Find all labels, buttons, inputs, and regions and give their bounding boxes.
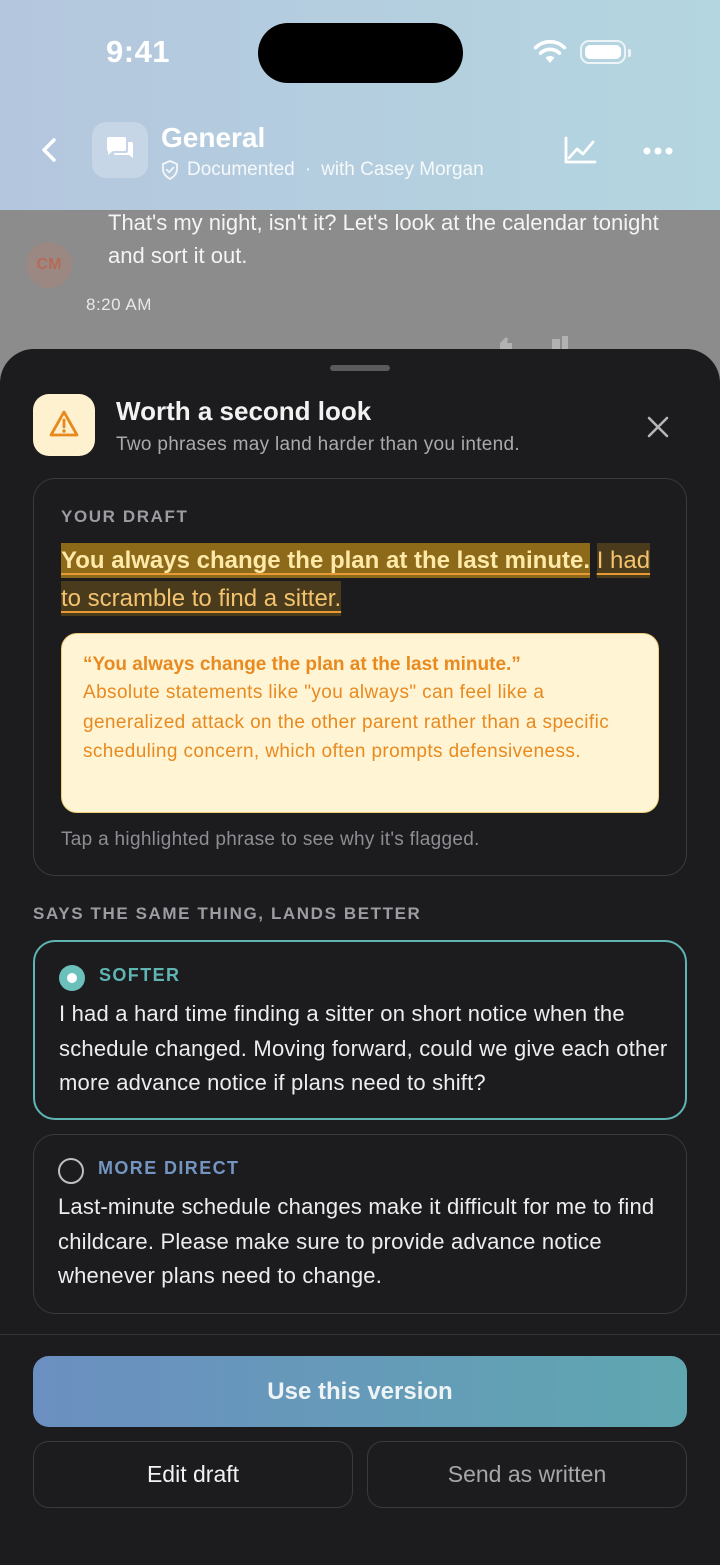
- warning-triangle-icon: [49, 410, 79, 437]
- dynamic-island: [258, 23, 463, 83]
- close-icon: [647, 416, 669, 438]
- message-reaction-icons: [500, 336, 568, 349]
- avatar: CM: [26, 242, 72, 288]
- back-button[interactable]: [30, 130, 70, 170]
- edit-draft-button[interactable]: Edit draft: [33, 1441, 353, 1508]
- option-more-direct[interactable]: MORE DIRECT Last-minute schedule changes…: [33, 1134, 687, 1314]
- flagged-phrase-1[interactable]: You always change the plan at the last m…: [61, 543, 591, 578]
- option-more-direct-text: Last-minute schedule changes make it dif…: [58, 1194, 655, 1288]
- flag-explanation-text: Absolute statements like "you always" ca…: [83, 682, 610, 762]
- sheet-title: Worth a second look: [116, 396, 372, 426]
- option-softer-text: I had a hard time finding a sitter on sh…: [59, 1001, 668, 1095]
- subtitle-separator: ·: [304, 159, 312, 180]
- option-softer-tag: SOFTER: [99, 965, 181, 985]
- draft-text: You always change the plan at the last m…: [61, 542, 661, 618]
- option-more-direct-radio[interactable]: [58, 1158, 84, 1184]
- insights-button[interactable]: [560, 134, 600, 168]
- use-this-version-button[interactable]: Use this version: [33, 1356, 687, 1427]
- tone-check-sheet: Worth a second look Two phrases may land…: [0, 349, 720, 1565]
- more-dots-icon: [643, 147, 673, 155]
- shield-check-icon: [162, 160, 178, 180]
- battery-icon: [580, 40, 631, 64]
- back-chevron-icon: [42, 138, 56, 162]
- flag-explanation: “You always change the plan at the last …: [61, 633, 659, 813]
- sheet-subtitle: Two phrases may land harder than you int…: [116, 434, 520, 455]
- participant-label: with Casey Morgan: [321, 159, 484, 180]
- chat-header: 9:41 General Documented · with Casey Mor…: [0, 0, 720, 210]
- chat-subtitle: Documented · with Casey Morgan: [161, 159, 484, 181]
- wifi-icon: [533, 39, 567, 63]
- message-timestamp: 8:20 AM: [86, 295, 152, 314]
- close-button[interactable]: [640, 409, 676, 445]
- more-options-button[interactable]: [636, 134, 680, 168]
- sheet-grabber[interactable]: [330, 365, 390, 371]
- draft-card: YOUR DRAFT You always change the plan at…: [33, 478, 687, 876]
- draft-hint: Tap a highlighted phrase to see why it's…: [61, 829, 480, 850]
- channel-avatar: [92, 122, 148, 178]
- alternatives-label: SAYS THE SAME THING, LANDS BETTER: [33, 904, 422, 923]
- send-as-written-button[interactable]: Send as written: [367, 1441, 687, 1508]
- chat-title: General: [161, 122, 266, 153]
- footer-divider: [0, 1334, 720, 1335]
- flag-explanation-quote: “You always change the plan at the last …: [83, 654, 521, 675]
- documented-label: Documented: [187, 159, 295, 180]
- draft-label: YOUR DRAFT: [61, 507, 189, 526]
- option-softer[interactable]: SOFTER I had a hard time finding a sitte…: [33, 940, 687, 1120]
- option-more-direct-tag: MORE DIRECT: [98, 1158, 240, 1178]
- message-text: That's my night, isn't it? Let's look at…: [108, 210, 659, 268]
- chat-bubbles-icon: [107, 137, 133, 158]
- warning-badge: [33, 394, 95, 456]
- option-softer-radio[interactable]: [59, 965, 85, 991]
- status-time: 9:41: [106, 34, 171, 69]
